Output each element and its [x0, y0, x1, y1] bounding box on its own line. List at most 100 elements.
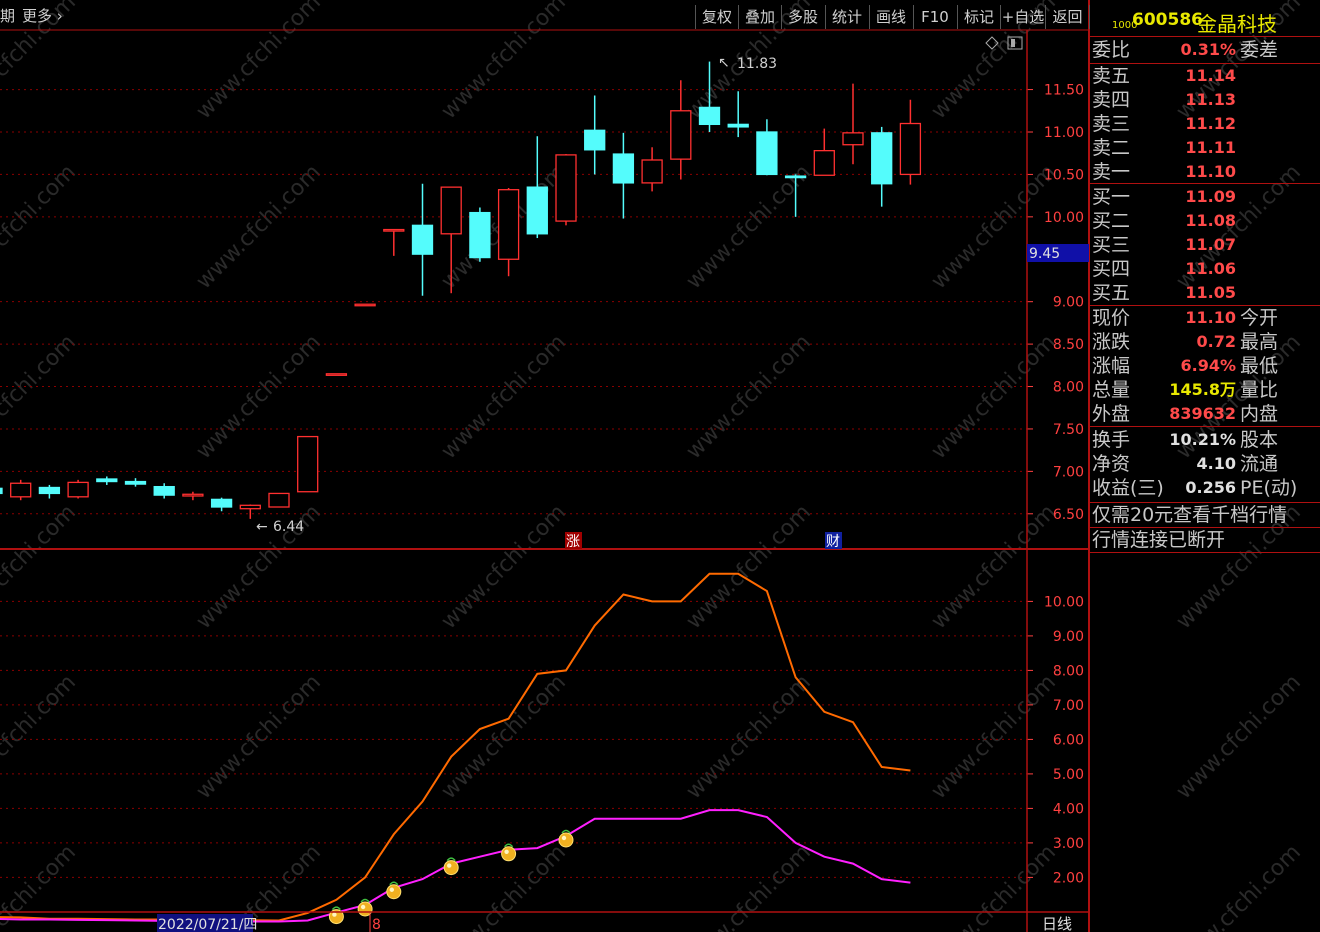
candle-body[interactable]	[297, 435, 319, 493]
watermark-text: www.cfchi.com	[192, 670, 326, 804]
candle-body[interactable]	[756, 131, 778, 176]
indicator-tick-label: 8.00	[1053, 663, 1084, 679]
candle-body[interactable]	[641, 159, 663, 184]
candle-body[interactable]	[10, 482, 32, 498]
promo-row[interactable]: 仅需20元查看千档行情	[1092, 503, 1320, 527]
candle-body[interactable]	[383, 228, 405, 232]
indicator-tick-label: 6.00	[1053, 732, 1084, 748]
period-label[interactable]: 日线	[1042, 915, 1072, 932]
ask-row: 卖三 11.12	[1092, 112, 1320, 136]
watermark-text: www.cfchi.com	[0, 500, 81, 634]
bid-row: 买五 11.05	[1092, 281, 1320, 305]
toolbar-button-diejia[interactable]: 叠加	[738, 5, 781, 29]
low-marker-arrow: ←	[256, 519, 268, 535]
fundamental-row-label: 收益(三)	[1092, 477, 1164, 499]
candle-body[interactable]	[124, 480, 147, 485]
quote-row-value: 11.10	[1185, 308, 1236, 327]
price-tick-label: 6.50	[1053, 507, 1084, 523]
watermark-text: www.cfchi.com	[927, 670, 1061, 804]
quote-row: 涨幅 6.94% 最低	[1092, 354, 1320, 378]
toolbar-button-f10[interactable]: F10	[913, 5, 956, 29]
candle-body[interactable]	[0, 487, 3, 495]
bid-row: 买四 11.06	[1092, 257, 1320, 281]
toolbar-button-huaxian[interactable]: 画线	[869, 5, 912, 29]
quote-row-suffix: 今开	[1240, 307, 1279, 329]
candle-body[interactable]	[96, 478, 118, 483]
buy-signal-highlight	[389, 887, 394, 892]
ask-row-value: 11.14	[1185, 66, 1236, 85]
connection-row: 行情连接已断开	[1092, 528, 1320, 552]
price-tick-label: 7.00	[1053, 464, 1084, 480]
candle-body[interactable]	[584, 129, 606, 151]
buy-signal-icon[interactable]	[501, 846, 517, 862]
candle-body[interactable]	[268, 492, 290, 508]
candle-body[interactable]	[842, 132, 864, 146]
ask-row: 卖四 11.13	[1092, 88, 1320, 112]
price-tick-label: 11.50	[1044, 83, 1084, 99]
candle-body[interactable]	[325, 373, 348, 376]
candle-body[interactable]	[210, 498, 233, 508]
candle-body[interactable]	[239, 504, 261, 510]
ask-row-value: 11.10	[1185, 162, 1236, 181]
connection-status: 行情连接已断开	[1092, 529, 1226, 551]
candle-body[interactable]	[555, 154, 577, 222]
candle-body[interactable]	[727, 123, 749, 128]
weibi-label: 委比	[1092, 39, 1131, 61]
toolbar-button-biaoji[interactable]: 标记	[957, 5, 1000, 29]
more-label: 更多	[22, 7, 53, 25]
promo-text[interactable]: 仅需20元查看千档行情	[1092, 503, 1287, 527]
candle-body[interactable]	[784, 175, 807, 179]
price-tick-label: 8.50	[1053, 337, 1084, 353]
watermark-text: www.cfchi.com	[927, 500, 1061, 634]
quote-row-label: 涨跌	[1092, 331, 1131, 353]
candle-body[interactable]	[469, 211, 491, 259]
candle-body[interactable]	[153, 485, 175, 496]
ask-row-label: 卖四	[1092, 89, 1131, 111]
sidebar-divider-5	[1090, 426, 1320, 427]
candle-body[interactable]	[612, 153, 635, 184]
more-menu[interactable]: 更多 ›	[22, 5, 63, 26]
toolbar-button-tongji[interactable]: 统计	[825, 5, 868, 29]
fundamental-row: 净资 4.10 流通	[1092, 452, 1320, 476]
candle-body[interactable]	[526, 186, 548, 235]
quote-row-suffix: 内盘	[1240, 403, 1279, 425]
candle-body[interactable]	[440, 186, 462, 235]
candle-body[interactable]	[899, 122, 922, 176]
toolbar-button-fanhui[interactable]: 返回	[1045, 5, 1090, 29]
sidebar-divider-8	[1090, 552, 1320, 553]
buy-signal-icon[interactable]	[386, 884, 402, 900]
candle-body[interactable]	[871, 132, 893, 185]
candle-body[interactable]	[813, 150, 835, 176]
buy-signal-icon[interactable]	[558, 832, 574, 848]
toolbar-button-zixuan[interactable]: +自选	[1000, 5, 1045, 29]
bid-row-label: 买四	[1092, 258, 1131, 280]
candle-body[interactable]	[670, 110, 692, 160]
indicator-tick-label: 4.00	[1053, 801, 1084, 817]
indicator-tick-label: 9.00	[1053, 629, 1084, 645]
watermark-text: www.cfchi.com	[0, 160, 81, 294]
quote-row-value: 839632	[1169, 404, 1236, 423]
bid-row-value: 11.07	[1185, 235, 1236, 254]
period-fragment[interactable]: 期	[0, 5, 15, 26]
indicator-tick-label: 3.00	[1053, 836, 1084, 852]
watermark-text: www.cfchi.com	[437, 0, 571, 124]
sidebar-divider-3	[1090, 183, 1320, 184]
candle-body[interactable]	[411, 224, 434, 255]
watermark-text: www.cfchi.com	[0, 670, 81, 804]
bid-row-label: 买二	[1092, 210, 1131, 232]
toolbar-button-duogu[interactable]: 多股	[781, 5, 824, 29]
toolbar-button-fuquan[interactable]: 复权	[695, 5, 738, 29]
bid-row-value: 11.06	[1185, 259, 1236, 278]
cursor-price-label: 9.45	[1029, 246, 1060, 262]
candle-body[interactable]	[497, 189, 520, 260]
candle-body[interactable]	[38, 486, 61, 495]
bid-row-value: 11.08	[1185, 211, 1236, 230]
watermark-text: www.cfchi.com	[682, 840, 816, 932]
buy-signal-icon[interactable]	[443, 860, 459, 876]
candle-body[interactable]	[698, 106, 721, 126]
candle-body[interactable]	[182, 493, 204, 497]
fundamental-row-value: 4.10	[1196, 454, 1236, 473]
quote-row-suffix: 最高	[1240, 331, 1279, 353]
candle-body[interactable]	[354, 303, 376, 307]
candle-body[interactable]	[67, 481, 89, 498]
